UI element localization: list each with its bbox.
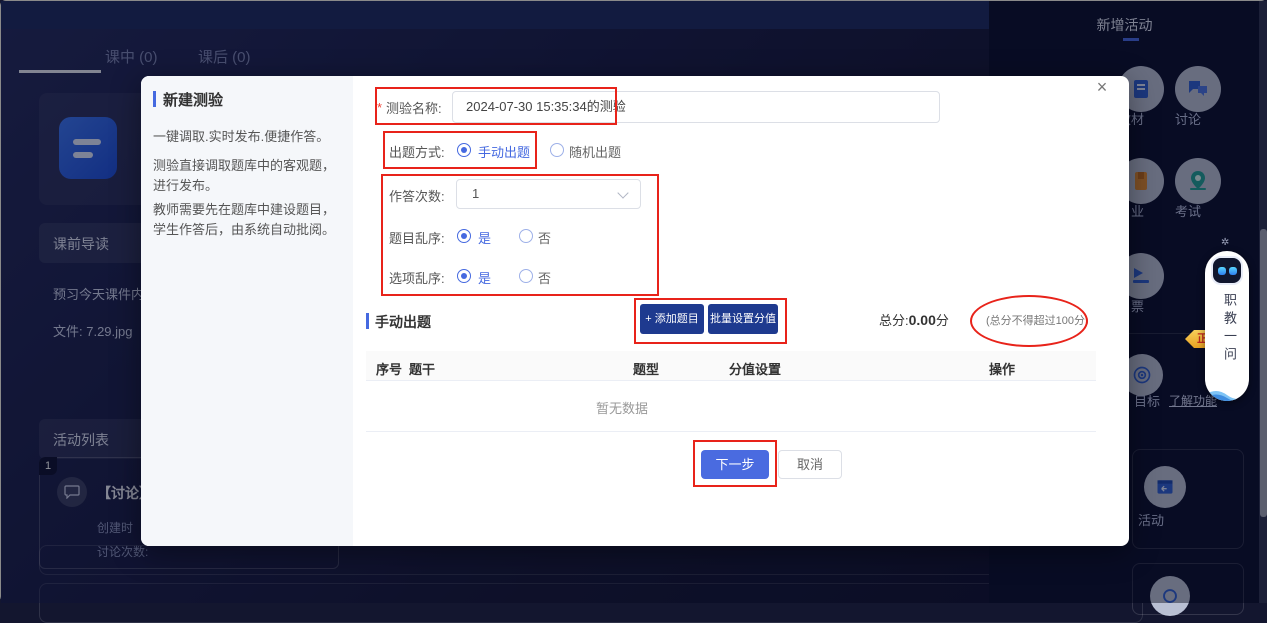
- cancel-button[interactable]: 取消: [778, 450, 842, 479]
- wave-decoration: [1205, 385, 1249, 401]
- attempts-select[interactable]: 1: [456, 179, 641, 209]
- total-value: 0.00: [909, 312, 936, 328]
- method-manual-label[interactable]: 手动出题: [478, 142, 530, 161]
- column-header-stem: 题干: [409, 359, 435, 378]
- modal-left-panel: 新建测验 一键调取.实时发布.便捷作答。 测验直接调取题库中的客观题，进行发布。…: [141, 76, 353, 546]
- modal-description-1: 一键调取.实时发布.便捷作答。: [153, 127, 343, 147]
- table-divider: [366, 431, 1096, 432]
- assistant-label: 职教一问: [1220, 293, 1239, 365]
- batch-score-button[interactable]: 批量设置分值: [708, 304, 778, 334]
- assistant-pill[interactable]: 职教一问: [1205, 251, 1249, 401]
- shuffleo-no-label[interactable]: 否: [538, 268, 551, 287]
- modal-description-3: 教师需要先在题库中建设题目，学生作答后，由系统自动批阅。: [153, 200, 343, 240]
- column-header-index: 序号: [376, 359, 402, 378]
- column-header-type: 题型: [633, 359, 659, 378]
- method-label: 出题方式:: [389, 142, 445, 161]
- radio-shuffleo-yes-selected[interactable]: [457, 269, 471, 283]
- add-question-button[interactable]: + 添加题目: [640, 304, 704, 334]
- gear-icon: ✲: [1221, 237, 1229, 248]
- radio-shuffleq-no[interactable]: [519, 229, 533, 243]
- total-unit: 分: [936, 313, 949, 328]
- robot-icon: [1211, 256, 1243, 285]
- total-score-hint: (总分不得超过100分): [986, 312, 1089, 328]
- total-score-text: 总分:0.00分: [879, 310, 949, 329]
- radio-manual-selected[interactable]: [457, 143, 471, 157]
- required-asterisk: *: [377, 100, 382, 115]
- column-header-actions: 操作: [989, 359, 1015, 378]
- shuffleq-no-label[interactable]: 否: [538, 228, 551, 247]
- shuffle-options-label: 选项乱序:: [389, 268, 445, 287]
- total-prefix: 总分:: [879, 313, 909, 328]
- modal-description-2: 测验直接调取题库中的客观题，进行发布。: [153, 156, 343, 196]
- manual-section-title: 手动出题: [375, 312, 431, 332]
- question-table-header: 序号 题干 题型 分值设置 操作: [366, 351, 1096, 381]
- quiz-name-label: 测验名称:: [386, 98, 442, 117]
- radio-shuffleq-yes-selected[interactable]: [457, 229, 471, 243]
- column-header-score: 分值设置: [729, 359, 781, 378]
- next-step-button[interactable]: 下一步: [701, 450, 769, 479]
- attempts-label: 作答次数:: [389, 186, 445, 205]
- table-empty-text: 暂无数据: [596, 398, 648, 417]
- modal-title: 新建测验: [163, 89, 223, 110]
- radio-shuffleo-no[interactable]: [519, 269, 533, 283]
- close-icon[interactable]: ×: [1091, 76, 1113, 98]
- title-accent-bar: [153, 91, 156, 107]
- assistant-widget[interactable]: ✲ 职教一问: [1203, 237, 1251, 405]
- shuffleo-yes-label[interactable]: 是: [478, 268, 491, 287]
- shuffle-questions-label: 题目乱序:: [389, 228, 445, 247]
- shuffleq-yes-label[interactable]: 是: [478, 228, 491, 247]
- quiz-name-input[interactable]: 2024-07-30 15:35:34的测验: [452, 91, 940, 123]
- section-accent-bar: [366, 313, 369, 329]
- scrollbar-thumb[interactable]: [1260, 229, 1267, 517]
- new-quiz-modal: 新建测验 一键调取.实时发布.便捷作答。 测验直接调取题库中的客观题，进行发布。…: [141, 76, 1129, 546]
- radio-random[interactable]: [550, 143, 564, 157]
- method-random-label[interactable]: 随机出题: [569, 142, 621, 161]
